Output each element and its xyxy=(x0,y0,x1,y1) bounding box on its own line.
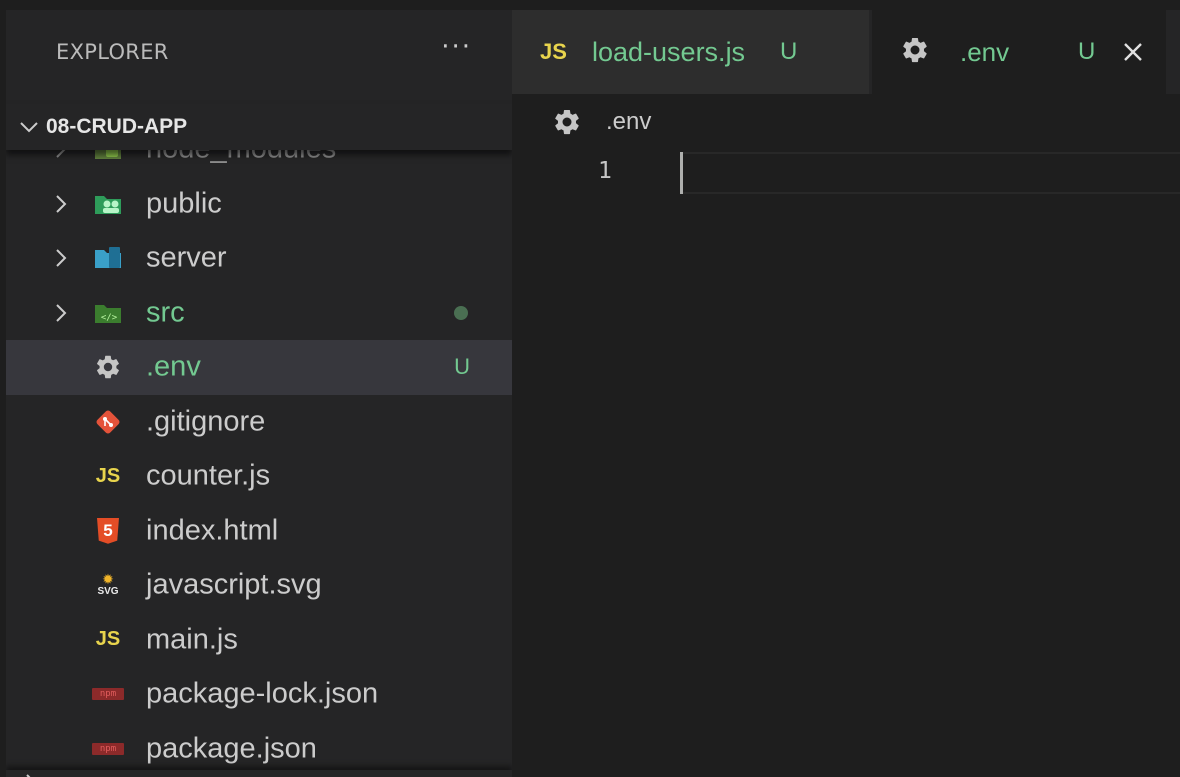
line-number: 1 xyxy=(598,158,612,184)
untracked-badge: U xyxy=(780,38,798,65)
js-icon: JS xyxy=(95,628,121,651)
tree-item-label: main.js xyxy=(146,623,238,656)
project-folder-header[interactable]: 08-CRUD-APP xyxy=(6,104,512,150)
tab-label: load-users.js xyxy=(592,36,746,67)
modified-dot-icon xyxy=(454,305,468,320)
tree-item-label: counter.js xyxy=(146,459,271,492)
tree-item-src[interactable]: </> src xyxy=(6,286,512,341)
src-folder-icon: </> xyxy=(92,298,124,328)
svg-text:</>: </> xyxy=(101,313,118,323)
tree-item-index-html[interactable]: 5 index.html xyxy=(6,504,512,559)
close-icon[interactable] xyxy=(1118,37,1148,67)
js-icon: JS xyxy=(540,39,567,64)
breadcrumb-file[interactable]: .env xyxy=(606,108,651,136)
gear-icon xyxy=(552,107,582,141)
explorer-sidebar: EXPLORER ··· node_modules xyxy=(6,10,512,777)
tree-item-label: public xyxy=(146,187,222,220)
gear-icon xyxy=(900,35,930,69)
tree-item-package-json[interactable]: npm package.json xyxy=(6,722,512,777)
tree-item-gitignore[interactable]: .gitignore xyxy=(6,395,512,450)
tree-item-counter-js[interactable]: JS counter.js xyxy=(6,449,512,504)
chevron-right-icon xyxy=(50,193,72,215)
more-actions-icon[interactable]: ··· xyxy=(441,34,472,70)
chevron-right-icon xyxy=(50,302,72,324)
tab-label: .env xyxy=(960,36,1010,67)
tree-item-label: server xyxy=(146,241,227,274)
tab-load-users-js[interactable]: JS load-users.js U xyxy=(512,10,869,94)
gear-icon xyxy=(92,352,124,382)
tab-env[interactable]: .env U xyxy=(872,10,1166,94)
tree-item-label: javascript.svg xyxy=(146,568,322,601)
chevron-right-icon xyxy=(24,772,38,777)
tree-item-label: package.json xyxy=(146,732,317,765)
tree-item-javascript-svg[interactable]: ✹ SVG javascript.svg xyxy=(6,558,512,613)
svg-icon: ✹ SVG xyxy=(97,572,119,598)
tree-item-label: package-lock.json xyxy=(146,677,379,710)
tree-item-public[interactable]: public xyxy=(6,177,512,232)
text-cursor xyxy=(680,152,683,194)
html5-icon: 5 xyxy=(92,516,124,546)
explorer-header: EXPLORER ··· xyxy=(6,10,512,94)
chevron-down-icon xyxy=(16,114,42,140)
server-folder-icon xyxy=(92,243,124,273)
current-line-highlight xyxy=(680,152,1180,194)
tree-item-label: index.html xyxy=(146,514,279,547)
project-name: 08-CRUD-APP xyxy=(46,115,188,138)
vscode-window: EXPLORER ··· node_modules xyxy=(0,0,1180,777)
sun-icon: ✹ xyxy=(102,572,114,589)
tree-item-env[interactable]: .env U xyxy=(6,340,512,395)
code-editor[interactable]: 1 xyxy=(512,152,1180,777)
tree-item-label: .gitignore xyxy=(146,405,266,438)
tree-item-label: .env xyxy=(146,350,201,383)
tree-item-main-js[interactable]: JS main.js xyxy=(6,613,512,668)
npm-icon: npm xyxy=(92,734,124,764)
js-icon: JS xyxy=(95,464,121,487)
explorer-title: EXPLORER xyxy=(56,40,169,64)
npm-icon: npm xyxy=(92,679,124,709)
untracked-badge: U xyxy=(1078,38,1096,65)
tree-item-package-lock-json[interactable]: npm package-lock.json xyxy=(6,667,512,722)
public-folder-icon xyxy=(92,189,124,219)
git-icon xyxy=(92,407,124,437)
editor-tab-bar: JS load-users.js U .env U xyxy=(512,10,1180,94)
chevron-right-icon xyxy=(50,247,72,269)
tree-item-label: src xyxy=(146,296,185,329)
file-tree: node_modules public serv xyxy=(6,122,512,776)
tree-item-server[interactable]: server xyxy=(6,231,512,286)
untracked-badge: U xyxy=(454,354,470,380)
sidebar-bottom-section[interactable] xyxy=(6,770,512,777)
breadcrumb: .env xyxy=(512,94,1180,152)
